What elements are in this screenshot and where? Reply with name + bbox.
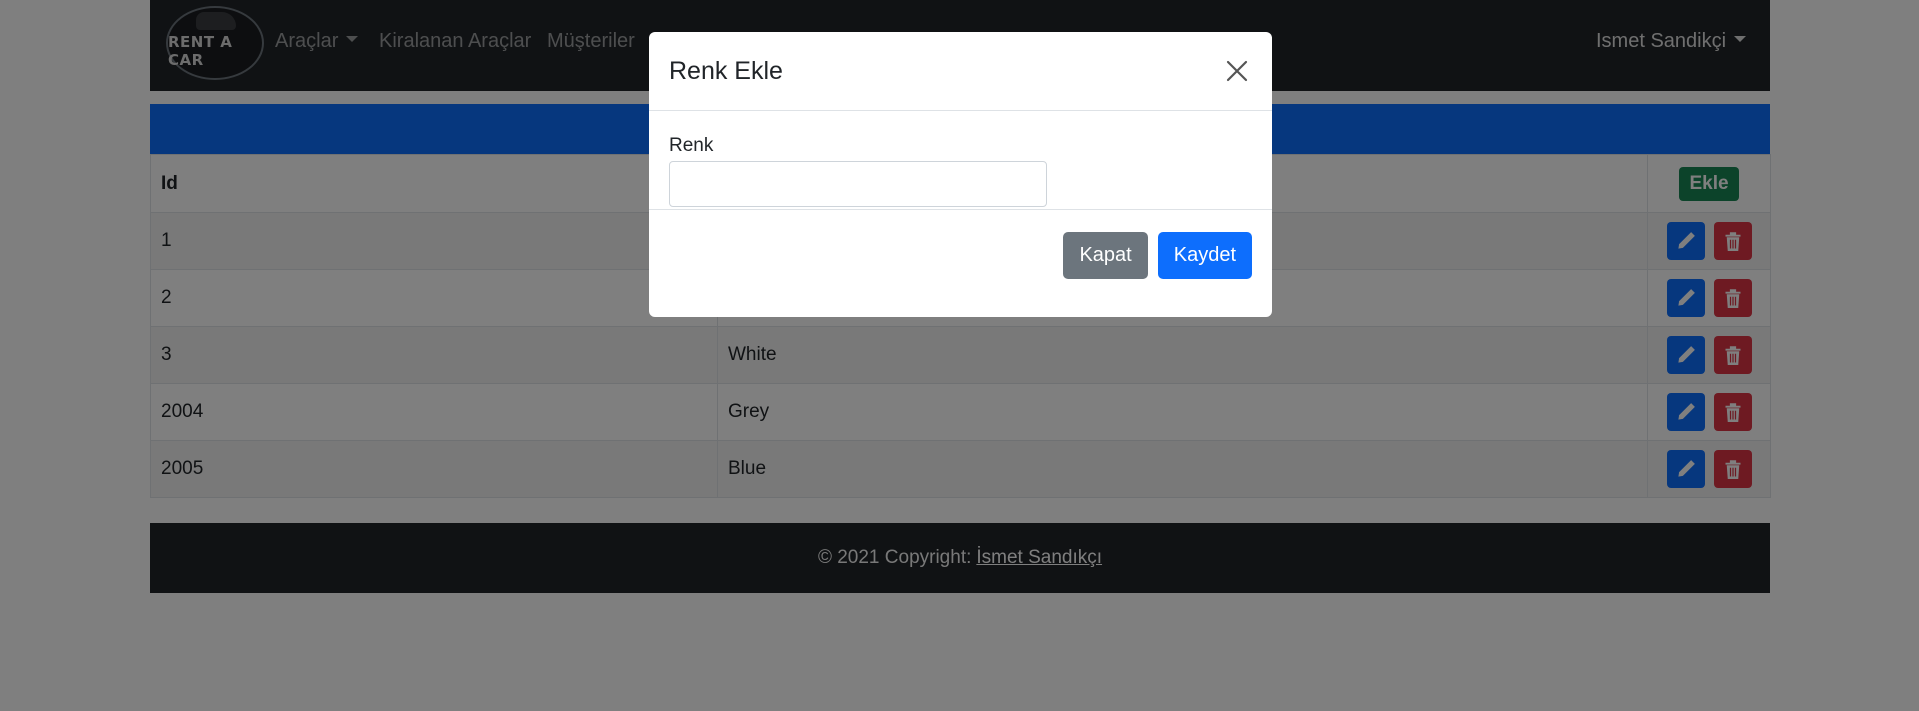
modal-body: Renk: [649, 111, 1272, 210]
color-input[interactable]: [669, 161, 1047, 207]
x-icon: [1226, 60, 1248, 82]
color-field-label: Renk: [669, 135, 714, 156]
close-button[interactable]: Kapat: [1063, 231, 1148, 279]
add-color-modal: Renk Ekle Renk Kapat Kaydet: [649, 32, 1272, 317]
save-button[interactable]: Kaydet: [1157, 231, 1252, 279]
modal-header: Renk Ekle: [649, 32, 1272, 111]
page: RENT A CAR Araçlar Kiralanan Araçlar Müş…: [0, 0, 1919, 711]
modal-footer: Kapat Kaydet: [649, 210, 1272, 300]
close-icon[interactable]: [1222, 56, 1252, 86]
modal-title: Renk Ekle: [669, 56, 783, 85]
